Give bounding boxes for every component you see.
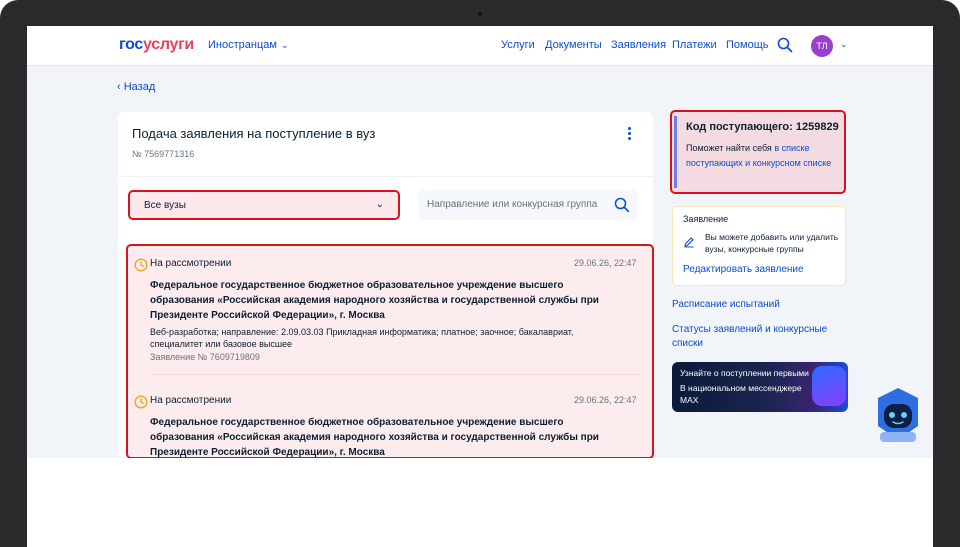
edit-application-link[interactable]: Редактировать заявление bbox=[683, 264, 804, 275]
laptop-frame: госуслуги Иностранцам ⌄ Услуги Документы … bbox=[0, 0, 960, 547]
foreigners-label: Иностранцам bbox=[208, 39, 277, 51]
schedule-link[interactable]: Расписание испытаний bbox=[672, 298, 780, 312]
pencil-icon bbox=[684, 237, 694, 248]
card-text: Вы можете добавить или удалить вузы, кон… bbox=[705, 232, 839, 254]
foreigners-menu[interactable]: Иностранцам ⌄ bbox=[208, 39, 288, 51]
clock-icon bbox=[134, 258, 148, 272]
back-link[interactable]: ‹ Назад bbox=[117, 81, 155, 93]
clock-icon bbox=[134, 395, 148, 409]
top-navigation-bar: госуслуги Иностранцам ⌄ Услуги Документы … bbox=[27, 26, 933, 66]
promo-title: Узнайте о поступлении первыми bbox=[680, 368, 809, 378]
code-help-text: Поможет найти себя bbox=[686, 143, 775, 153]
applicant-code: Код поступающего: 1259829 bbox=[686, 121, 839, 133]
status-text: На рассмотрении bbox=[150, 258, 232, 269]
application-info-card: Заявление Вы можете добавить или удалить… bbox=[672, 206, 846, 286]
promo-text: В национальном мессенджере MAX bbox=[680, 383, 802, 405]
applications-list: На рассмотрении 29.06.26, 22:47 Федераль… bbox=[126, 244, 654, 459]
chevron-down-icon: ⌄ bbox=[375, 199, 384, 210]
nav-payments[interactable]: Платежи bbox=[672, 39, 717, 51]
code-help: Поможет найти себя в списке поступающих … bbox=[686, 141, 841, 171]
page-title: Подача заявления на поступление в вуз bbox=[132, 126, 376, 141]
chevron-left-icon: ‹ bbox=[117, 81, 124, 93]
list-item[interactable]: На рассмотрении 29.06.26, 22:47 Федераль… bbox=[128, 252, 652, 380]
university-select[interactable]: Все вузы ⌄ bbox=[128, 190, 400, 220]
more-options-icon[interactable] bbox=[628, 127, 632, 141]
program-details: Веб-разработка; направление: 2.09.03.03 … bbox=[150, 327, 574, 349]
browser-viewport: госуслуги Иностранцам ⌄ Услуги Документы … bbox=[27, 26, 933, 547]
nav-documents[interactable]: Документы bbox=[545, 39, 602, 51]
nav-services[interactable]: Услуги bbox=[501, 39, 535, 51]
chevron-down-icon: ⌄ bbox=[280, 40, 289, 50]
divider bbox=[118, 176, 653, 177]
university-name: Федеральное государственное бюджетное об… bbox=[150, 417, 599, 458]
max-promo-banner[interactable]: Узнайте о поступлении первыми В национал… bbox=[672, 362, 848, 412]
assistant-robot-icon[interactable] bbox=[872, 386, 924, 444]
nav-help[interactable]: Помощь bbox=[726, 39, 769, 51]
back-label: Назад bbox=[123, 81, 156, 93]
search-icon[interactable] bbox=[777, 37, 793, 53]
gosuslugi-logo[interactable]: госуслуги bbox=[119, 36, 194, 54]
application-date: 29.06.26, 22:47 bbox=[574, 395, 637, 405]
divider bbox=[150, 374, 640, 375]
nav-applications[interactable]: Заявления bbox=[611, 39, 666, 51]
application-date: 29.06.26, 22:47 bbox=[574, 258, 637, 268]
camera-dot bbox=[477, 11, 483, 17]
search-input[interactable]: Направление или конкурсная группа bbox=[418, 190, 638, 220]
search-icon[interactable] bbox=[614, 197, 630, 213]
chevron-down-icon[interactable]: ⌄ bbox=[840, 39, 848, 50]
search-placeholder: Направление или конкурсная группа bbox=[427, 199, 598, 210]
university-name: Федеральное государственное бюджетное об… bbox=[150, 280, 599, 321]
accent-bar bbox=[674, 116, 677, 188]
request-number: № 7569771316 bbox=[132, 149, 195, 159]
statuses-link[interactable]: Статусы заявлений и конкурсные списки bbox=[672, 323, 832, 351]
page-bottom-area bbox=[27, 458, 933, 547]
application-card: Подача заявления на поступление в вуз № … bbox=[118, 112, 654, 459]
logo-part-1: гос bbox=[119, 36, 144, 53]
select-value: Все вузы bbox=[144, 200, 186, 211]
user-avatar[interactable]: ТЛ bbox=[811, 35, 833, 57]
max-logo-icon bbox=[812, 366, 846, 406]
status-text: На рассмотрении bbox=[150, 395, 232, 406]
list-item[interactable]: На рассмотрении 29.06.26, 22:47 Федераль… bbox=[128, 389, 652, 458]
logo-part-2: услуги bbox=[143, 36, 194, 53]
application-number: Заявление № 7609719809 bbox=[150, 352, 260, 362]
applicant-code-card: Код поступающего: 1259829 Поможет найти … bbox=[670, 110, 846, 194]
card-title: Заявление bbox=[683, 214, 729, 224]
